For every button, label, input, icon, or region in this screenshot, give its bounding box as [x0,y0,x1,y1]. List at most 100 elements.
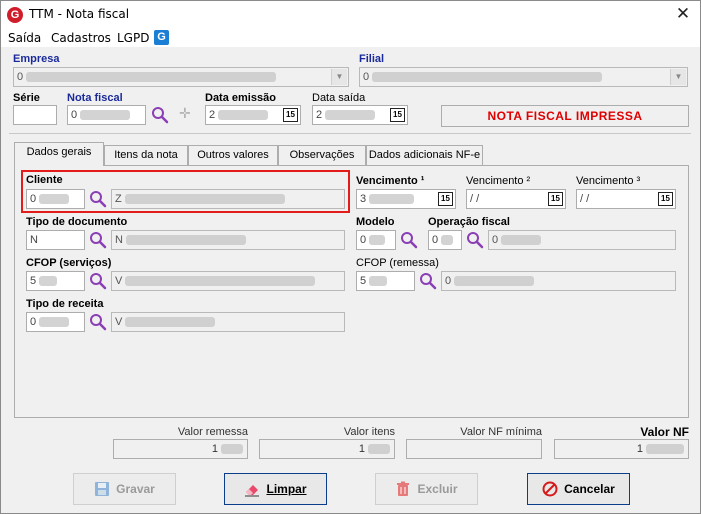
calendar-icon[interactable]: 15 [548,192,563,206]
data-saida-value: 2 [316,109,323,121]
valor-itens-field: 1 [259,439,395,459]
tab-outros-valores[interactable]: Outros valores [188,145,278,165]
search-icon[interactable] [151,106,169,124]
tab-observacoes[interactable]: Observações [278,145,366,165]
modelo-value: 0 [360,234,367,246]
eraser-icon [245,485,260,497]
app-logo-icon: G [7,7,23,23]
window-title: TTM - Nota fiscal [29,7,130,21]
search-icon[interactable] [89,231,107,249]
empresa-select[interactable]: 0 ▼ [13,67,349,87]
nota-fiscal-input[interactable]: 0 [67,105,146,125]
valor-itens-label: Valor itens [343,426,395,438]
limpar-label: Limpar [266,482,307,496]
operacao-fiscal-code-value: 0 [432,234,439,246]
vencimento3-value: / / [580,193,590,205]
valor-remessa-value: 1 [211,443,218,455]
vencimento2-label: Vencimento ² [466,175,531,187]
vencimento1-input[interactable]: 3 15 [356,189,456,209]
vencimento1-value: 3 [360,193,367,205]
vencimento1-label: Vencimento ¹ [356,175,425,187]
tipo-documento-code-value: N [30,234,38,246]
close-button[interactable]: ✕ [670,3,696,25]
data-emissao-input[interactable]: 2 15 [205,105,301,125]
vencimento2-value: / / [470,193,480,205]
tipo-documento-name-value: N [115,234,123,246]
title-bar: G TTM - Nota fiscal ✕ [1,1,700,29]
valor-remessa-label: Valor remessa [177,426,248,438]
data-emissao-label: Data emissão [205,92,276,104]
tipo-receita-label: Tipo de receita [26,298,104,310]
nota-fiscal-window: G TTM - Nota fiscal ✕ Saída Cadastros LG… [0,0,701,514]
menu-lgpd[interactable]: LGPD [117,31,149,45]
add-icon[interactable]: ✛ [179,105,191,122]
valor-nf-label: Valor NF [640,425,689,439]
valor-remessa-field: 1 [113,439,248,459]
cfop-servicos-name-field: V [111,271,345,291]
empresa-value: 0 [17,71,24,83]
cancelar-label: Cancelar [564,482,615,496]
search-icon[interactable] [466,231,484,249]
tipo-documento-label: Tipo de documento [26,216,128,228]
calendar-icon[interactable]: 15 [658,192,673,206]
search-icon[interactable] [400,231,418,249]
cfop-servicos-label: CFOP (serviços) [26,257,112,269]
serie-input[interactable] [13,105,57,125]
calendar-icon[interactable]: 15 [283,108,298,122]
calendar-icon[interactable]: 15 [438,192,453,206]
valor-nf-minima-field [406,439,542,459]
operacao-fiscal-name-value: 0 [492,234,499,246]
modelo-label: Modelo [356,216,395,228]
search-icon[interactable] [89,313,107,331]
empresa-label: Empresa [13,53,60,65]
cfop-servicos-code-input[interactable]: 5 [26,271,85,291]
tipo-documento-code-input[interactable]: N [26,230,85,250]
excluir-button[interactable]: Excluir [375,473,478,505]
calendar-icon[interactable]: 15 [390,108,405,122]
data-saida-input[interactable]: 2 15 [312,105,408,125]
tab-dados-gerais[interactable]: Dados gerais [14,142,104,166]
cfop-remessa-label: CFOP (remessa) [356,257,439,269]
tab-itens-da-nota[interactable]: Itens da nota [104,145,188,165]
nota-fiscal-label: Nota fiscal [67,92,123,104]
valor-nf-minima-label: Valor NF mínima [460,426,542,438]
search-icon[interactable] [419,272,437,290]
menu-bar: Saída Cadastros LGPD G [1,29,700,47]
valor-nf-field: 1 [554,439,689,459]
status-nota-impressa: NOTA FISCAL IMPRESSA [441,105,689,127]
filial-value: 0 [363,71,370,83]
cfop-remessa-code-input[interactable]: 5 [356,271,415,291]
chevron-down-icon[interactable]: ▼ [331,69,347,85]
cancel-icon [542,481,558,497]
cfop-remessa-code-value: 5 [360,275,367,287]
gen-logo-icon[interactable]: G [154,30,169,45]
save-icon [95,482,110,496]
tipo-documento-name-field: N [111,230,345,250]
trash-icon [397,481,410,496]
filial-select[interactable]: 0 ▼ [359,67,688,87]
nota-fiscal-value: 0 [71,109,78,121]
limpar-button[interactable]: Limpar [224,473,327,505]
operacao-fiscal-code-input[interactable]: 0 [428,230,462,250]
filial-label: Filial [359,53,385,65]
cancelar-button[interactable]: Cancelar [527,473,630,505]
chevron-down-icon[interactable]: ▼ [670,69,686,85]
tipo-receita-code-value: 0 [30,316,37,328]
search-icon[interactable] [89,272,107,290]
gravar-button[interactable]: Gravar [73,473,176,505]
serie-label: Série [13,92,40,104]
vencimento2-input[interactable]: / / 15 [466,189,566,209]
cfop-servicos-name-value: V [115,275,123,287]
menu-cadastros[interactable]: Cadastros [51,31,111,45]
vencimento3-input[interactable]: / / 15 [576,189,676,209]
cfop-remessa-name-field: 0 [441,271,676,291]
valor-itens-value: 1 [358,443,365,455]
modelo-input[interactable]: 0 [356,230,396,250]
operacao-fiscal-name-field: 0 [488,230,676,250]
menu-saida[interactable]: Saída [8,31,41,45]
valor-nf-value: 1 [636,443,643,455]
tab-dados-adicionais[interactable]: Dados adicionais NF-e [366,145,483,165]
data-saida-label: Data saída [312,92,366,104]
tipo-receita-code-input[interactable]: 0 [26,312,85,332]
gravar-label: Gravar [116,482,155,496]
